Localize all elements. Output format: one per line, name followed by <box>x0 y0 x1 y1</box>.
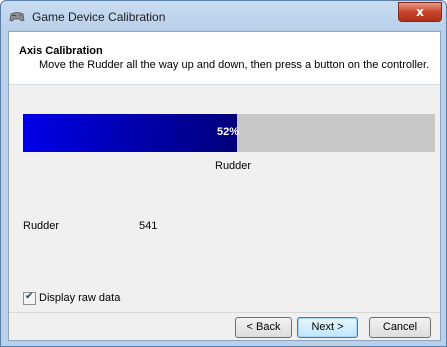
calibration-window: Game Device Calibration x Axis Calibrati… <box>0 0 447 347</box>
window-title: Game Device Calibration <box>32 10 166 24</box>
axis-name-label: Rudder <box>215 160 252 172</box>
checkbox-box[interactable]: ✔ <box>23 291 36 305</box>
axis-progress-fill <box>23 114 238 152</box>
button-divider <box>9 312 440 313</box>
close-icon: x <box>416 5 424 19</box>
close-button[interactable]: x <box>398 2 442 22</box>
header-pane: Axis Calibration Move the Rudder all the… <box>9 32 440 85</box>
display-raw-data-label[interactable]: Display raw data <box>39 292 120 304</box>
raw-data-value: 541 <box>139 220 158 232</box>
cancel-button[interactable]: Cancel <box>369 317 431 338</box>
instruction-text: Move the Rudder all the way up and down,… <box>39 59 430 71</box>
raw-data-axis-label: Rudder <box>23 220 60 232</box>
title-bar[interactable]: Game Device Calibration x <box>1 1 446 31</box>
next-button[interactable]: Next > <box>297 317 358 338</box>
axis-progress-bar: 52% <box>23 114 435 152</box>
axis-progress-percent: 52% <box>217 126 240 138</box>
checkmark-icon: ✔ <box>25 291 34 302</box>
page-title: Axis Calibration <box>19 45 103 57</box>
game-controller-icon <box>9 10 25 22</box>
dialog-client-area: Axis Calibration Move the Rudder all the… <box>8 31 441 341</box>
back-button[interactable]: < Back <box>235 317 292 338</box>
